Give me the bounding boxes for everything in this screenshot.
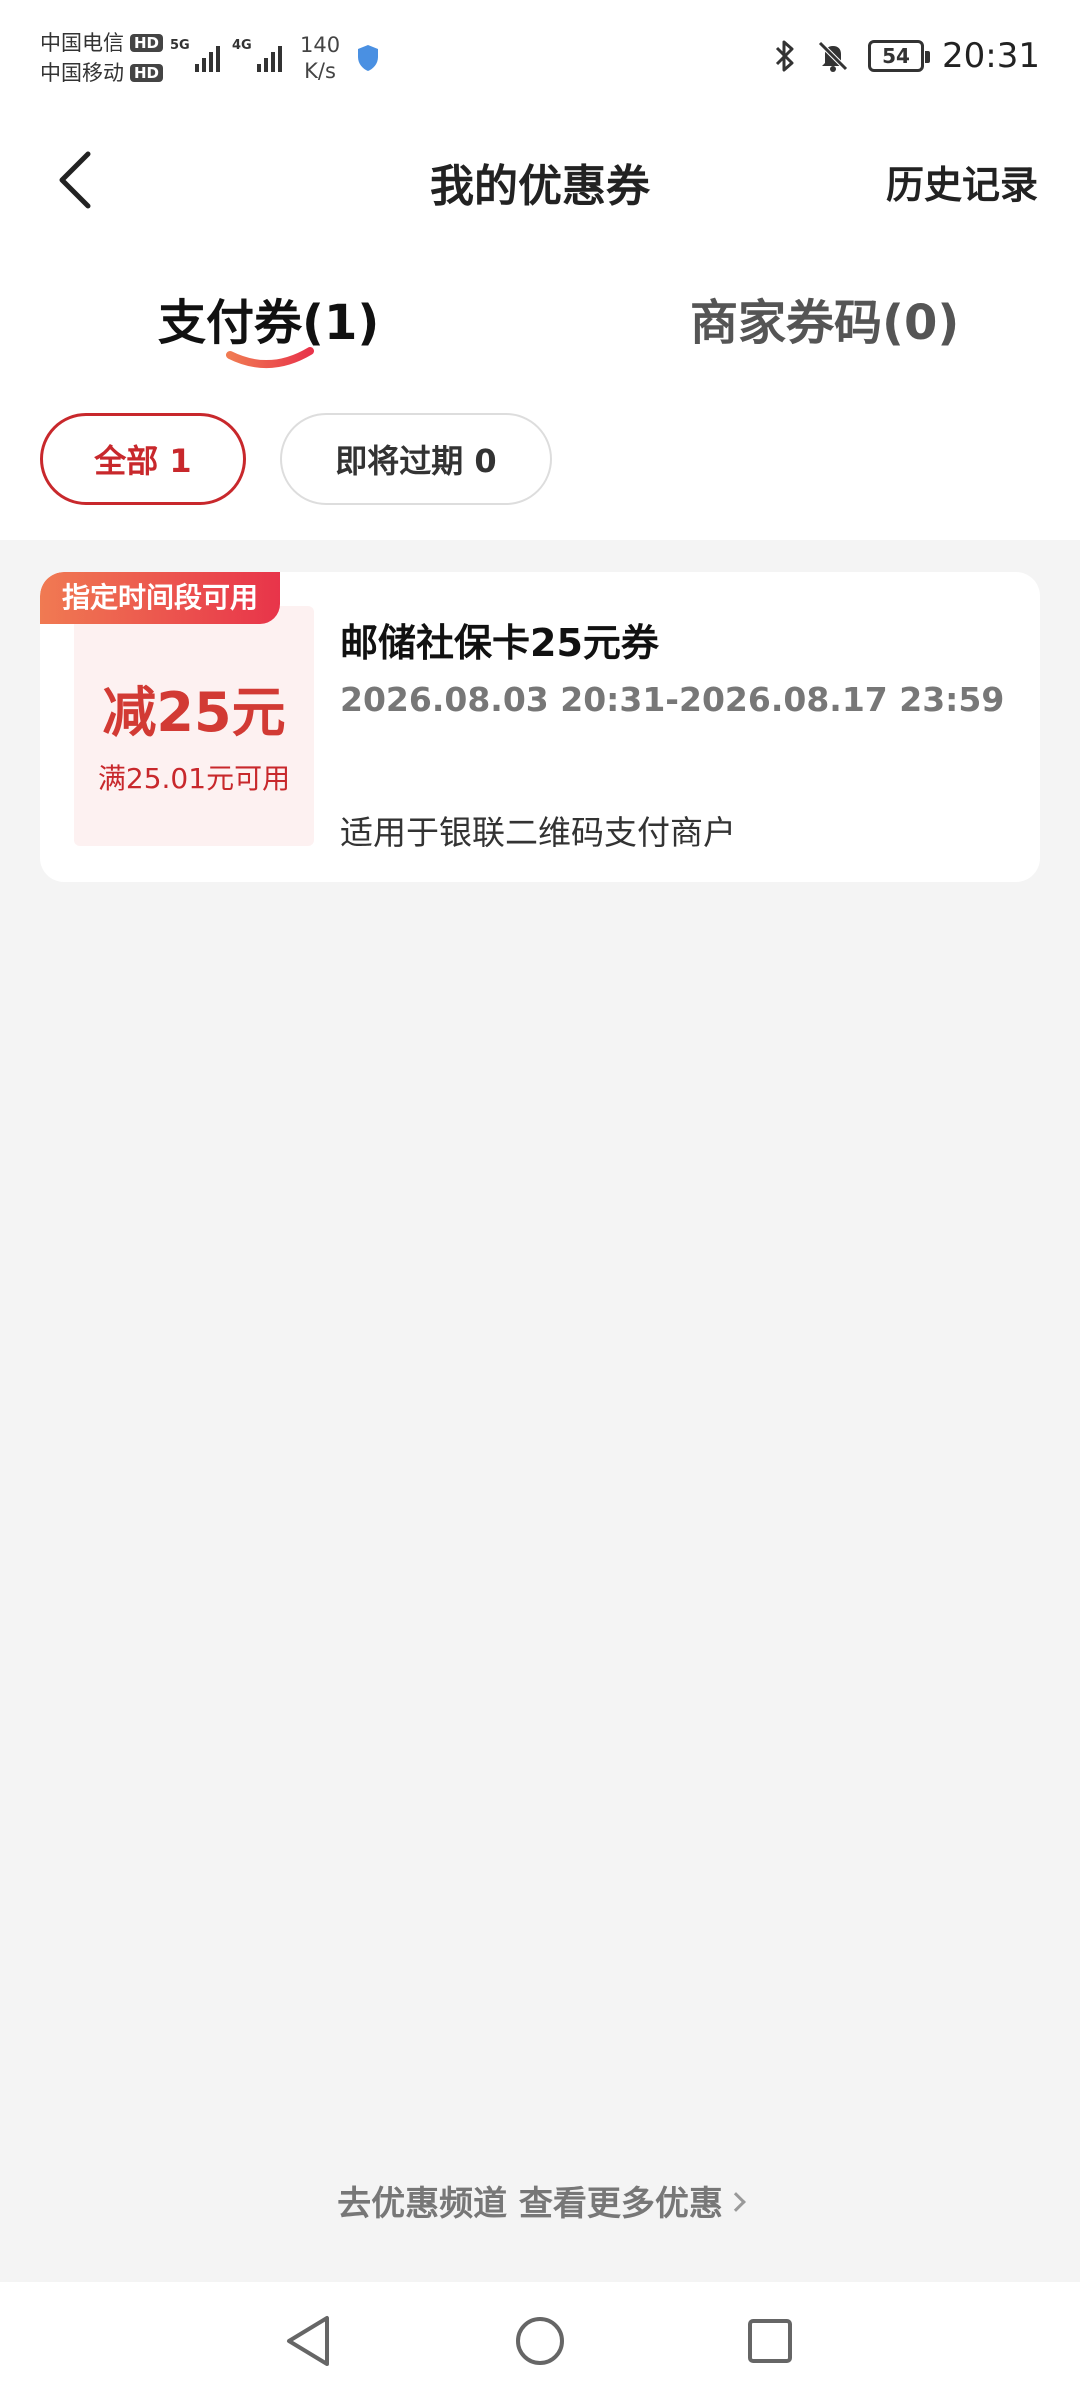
coupon-tabs: 支付券(1) 商家券码(0)	[0, 245, 1080, 375]
nav-recents-icon[interactable]	[735, 2306, 805, 2376]
signal-icon-2: 4G	[232, 38, 282, 72]
carrier-1: 中国电信	[40, 31, 124, 55]
net-speed: 140 K/s	[300, 32, 340, 84]
bell-muted-icon	[818, 41, 848, 72]
clock: 20:31	[942, 36, 1040, 76]
chevron-right-icon	[726, 2191, 746, 2212]
signal-gen-1: 5G	[170, 38, 190, 53]
coupon-time-tag: 指定时间段可用	[40, 572, 281, 624]
carrier-2: 中国移动	[40, 61, 124, 85]
history-link[interactable]: 历史记录	[886, 154, 1038, 209]
coupon-name: 邮储社保卡25元券	[340, 621, 659, 665]
net-speed-value: 140	[300, 33, 341, 57]
tab-payment-coupons[interactable]: 支付券(1)	[158, 283, 379, 353]
carrier-info: 中国电信 HD 中国移动 HD	[40, 28, 164, 88]
more-offers-link[interactable]: 去优惠频道 查看更多优惠	[0, 2176, 1080, 2225]
tab-merchant-codes[interactable]: 商家券码(0)	[690, 283, 959, 353]
bluetooth-icon	[775, 40, 794, 72]
nav-home-icon[interactable]	[505, 2306, 575, 2376]
signal-gen-2: 4G	[232, 38, 252, 53]
filter-bar: 全部 1 即将过期 0	[0, 375, 1080, 540]
tab-active-indicator	[226, 347, 314, 368]
nav-back-icon[interactable]	[275, 2306, 345, 2376]
hd-badge-1: HD	[130, 34, 164, 52]
coupon-card[interactable]: 减25元 满25.01元可用 指定时间段可用 邮储社保卡25元券 2026.08…	[40, 572, 1040, 882]
net-speed-unit: K/s	[304, 59, 336, 83]
signal-icon-1: 5G	[170, 38, 220, 72]
coupon-threshold: 满25.01元可用	[97, 762, 291, 795]
filter-expiring[interactable]: 即将过期 0	[280, 413, 552, 505]
status-bar: 中国电信 HD 中国移动 HD 5G 4G 140 K/s 54 20:31	[0, 0, 1080, 120]
status-right: 54 20:31	[772, 36, 1040, 76]
coupon-value-panel: 减25元 满25.01元可用	[74, 606, 314, 846]
battery-icon: 54	[868, 40, 931, 72]
coupon-validity: 2026.08.03 20:31-2026.08.17 23:59	[340, 680, 1005, 719]
system-nav-bar	[0, 2282, 1080, 2400]
more-offers-label: 去优惠频道 查看更多优惠	[337, 2184, 723, 2224]
shield-icon	[358, 45, 378, 71]
battery-level: 54	[882, 44, 910, 68]
coupon-amount: 减25元	[102, 681, 286, 744]
filter-all[interactable]: 全部 1	[40, 413, 246, 505]
app-header: 我的优惠券 历史记录	[0, 120, 1080, 245]
hd-badge-2: HD	[130, 64, 164, 82]
coupon-scope: 适用于银联二维码支付商户	[340, 813, 736, 852]
